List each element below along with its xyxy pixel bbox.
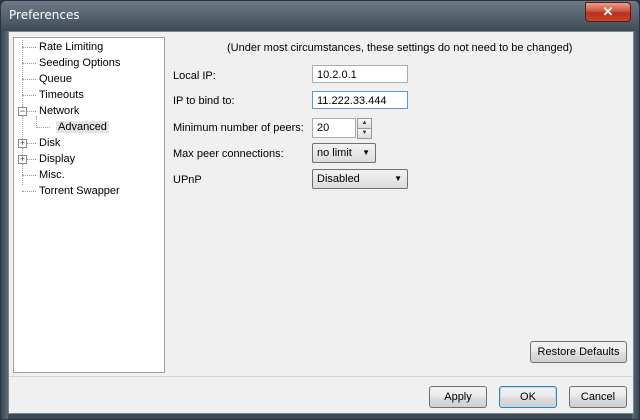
chevron-down-icon: ▼	[362, 148, 370, 157]
tree-item-queue[interactable]: Queue	[39, 71, 72, 87]
max-peers-select[interactable]: no limit ▼	[312, 143, 376, 163]
upnp-label: UPnP	[173, 174, 202, 186]
upnp-select[interactable]: Disabled ▼	[312, 169, 408, 189]
apply-button[interactable]: Apply	[429, 386, 487, 408]
local-ip-label: Local IP:	[173, 70, 216, 82]
tree-connector	[27, 159, 36, 160]
local-ip-field[interactable]: 10.2.0.1	[312, 65, 408, 83]
collapse-icon[interactable]: −	[18, 107, 27, 116]
tree-item-advanced[interactable]: Advanced	[56, 119, 109, 135]
category-tree[interactable]: − + + Rate Limiting Seeding Options Queu…	[13, 37, 165, 373]
tree-connector	[22, 79, 36, 80]
chevron-down-icon: ▼	[394, 174, 402, 183]
expand-icon[interactable]: +	[18, 139, 27, 148]
close-button[interactable]: ✕	[585, 2, 631, 22]
tree-item-display[interactable]: Display	[39, 151, 75, 167]
window-title: Preferences	[9, 8, 80, 22]
tree-item-torrent-swapper[interactable]: Torrent Swapper	[39, 183, 120, 199]
tree-item-rate-limiting[interactable]: Rate Limiting	[39, 39, 103, 55]
tree-item-network[interactable]: Network	[39, 103, 79, 119]
cancel-button[interactable]: Cancel	[569, 386, 627, 408]
bind-ip-field[interactable]: 11.222.33.444	[312, 91, 408, 109]
ok-button[interactable]: OK	[499, 386, 557, 408]
restore-defaults-button[interactable]: Restore Defaults	[530, 341, 627, 363]
title-bar[interactable]: Preferences ✕	[1, 1, 639, 31]
spin-down-icon[interactable]: ▼	[357, 128, 372, 139]
window-frame-left	[1, 31, 8, 419]
preferences-window: Preferences ✕ − + + Rate Limiting Seedin…	[0, 0, 640, 420]
upnp-value: Disabled	[317, 173, 360, 185]
tree-connector	[27, 111, 36, 112]
tree-item-misc[interactable]: Misc.	[39, 167, 65, 183]
tree-connector	[22, 191, 36, 192]
tree-connector	[22, 175, 36, 176]
advanced-settings-note: (Under most circumstances, these setting…	[227, 42, 573, 54]
tree-item-timeouts[interactable]: Timeouts	[39, 87, 84, 103]
min-peers-input[interactable]: 20	[312, 118, 356, 138]
tree-item-disk[interactable]: Disk	[39, 135, 60, 151]
tree-item-seeding-options[interactable]: Seeding Options	[39, 55, 120, 71]
min-peers-spinner: ▲ ▼	[357, 118, 372, 139]
min-peers-label: Minimum number of peers:	[173, 122, 304, 134]
tree-connector	[22, 47, 36, 48]
close-icon: ✕	[602, 4, 614, 19]
expand-icon[interactable]: +	[18, 155, 27, 164]
dialog-body: − + + Rate Limiting Seeding Options Queu…	[8, 31, 634, 414]
tree-connector	[22, 95, 36, 96]
max-peers-value: no limit	[317, 147, 352, 159]
tree-connector	[36, 127, 50, 128]
tree-connector	[22, 63, 36, 64]
max-peers-label: Max peer connections:	[173, 148, 284, 160]
bind-ip-label: IP to bind to:	[173, 95, 235, 107]
button-separator	[9, 376, 633, 377]
tree-connector	[27, 143, 36, 144]
